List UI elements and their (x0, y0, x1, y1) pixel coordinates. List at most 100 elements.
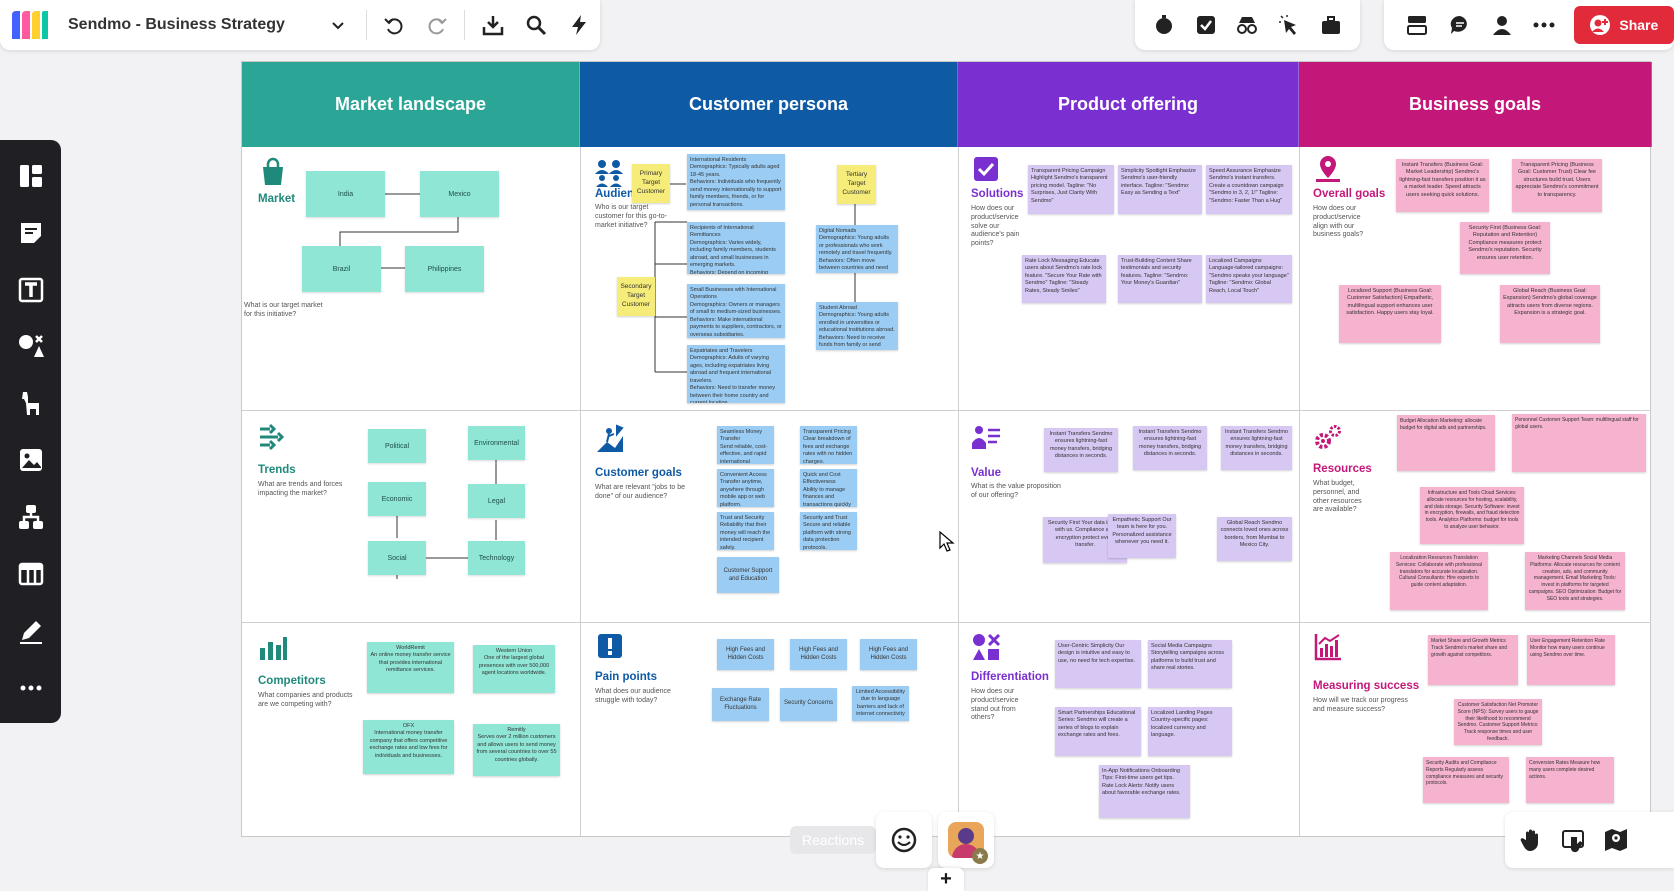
pointer-icon[interactable] (1268, 3, 1310, 47)
target-customer-note[interactable]: Secondary Target Customer (617, 277, 655, 316)
market-box[interactable]: Philippines (405, 246, 484, 292)
pain-point-note[interactable]: High Fees and Hidden Costs (790, 639, 847, 670)
search-icon[interactable] (514, 3, 557, 47)
pain-point-note[interactable]: Limited Accessibility due to language ba… (852, 686, 909, 721)
competitor-note[interactable]: Western Union One of the largest global … (473, 645, 555, 693)
measuring-note[interactable]: Conversion Rates Measure how many users … (1526, 757, 1614, 803)
spy-icon[interactable] (1227, 3, 1269, 47)
audience-note[interactable]: Recipients of International Remittances … (687, 222, 785, 274)
measuring-note[interactable]: Security Audits and Compliance Reports R… (1423, 757, 1509, 803)
differentiation-note[interactable]: In-App Notifications Onboarding Tips: Fi… (1099, 765, 1190, 818)
pain-point-note[interactable]: High Fees and Hidden Costs (717, 639, 774, 670)
mindmap-icon[interactable] (9, 495, 53, 538)
customer-goal-note[interactable]: Quick and Cost Effectiveness Ability to … (800, 469, 857, 507)
audience-note[interactable]: Student Abroad Demographics: Young adult… (816, 302, 898, 350)
pain-point-note[interactable]: High Fees and Hidden Costs (860, 639, 917, 670)
follow-cursor-icon[interactable] (1561, 827, 1587, 853)
competitor-note[interactable]: Remitly Serves over 2 million customers … (473, 724, 560, 776)
value-note[interactable]: Global Reach Sendmo connects loved ones … (1217, 517, 1292, 561)
target-customer-note[interactable]: Tertiary Target Customer (837, 165, 876, 204)
value-note[interactable]: Instant Transfers Sendmo ensures lightni… (1044, 428, 1118, 472)
hand-icon[interactable] (1519, 827, 1545, 853)
avatar-button[interactable]: ★ (938, 812, 994, 868)
undo-icon[interactable] (373, 3, 416, 47)
pain-point-note[interactable]: Security Concerns (780, 688, 837, 721)
briefcase-icon[interactable] (1310, 3, 1352, 47)
market-box[interactable]: Brazil (302, 246, 381, 292)
competitor-note[interactable]: OFX International money transfer company… (363, 720, 454, 774)
overall-goal-note[interactable]: Global Reach (Business Goal: Expansion) … (1500, 285, 1600, 343)
market-box[interactable]: Mexico (420, 171, 499, 217)
llama-icon[interactable] (9, 382, 53, 425)
solution-note[interactable]: Localized Campaigns Language-tailored ca… (1206, 255, 1292, 303)
resource-note[interactable]: Infrastructure and Tools Cloud Services:… (1420, 487, 1524, 544)
pen-icon[interactable] (9, 609, 53, 652)
value-note[interactable]: Instant Transfers Sendmo ensures lightni… (1133, 426, 1207, 470)
share-button[interactable]: Share (1573, 6, 1674, 44)
download-icon[interactable] (471, 3, 514, 47)
value-note[interactable]: Instant Transfers Sendmo ensures lightni… (1221, 426, 1292, 470)
solution-note[interactable]: Trust-Building Content Share testimonial… (1118, 255, 1202, 303)
redo-icon[interactable] (415, 3, 458, 47)
overall-goal-note[interactable]: Security First (Business Goal: Reputatio… (1460, 222, 1550, 274)
differentiation-note[interactable]: Smart Partnerships Educational Series: S… (1055, 707, 1141, 756)
cards-icon[interactable] (1396, 3, 1438, 47)
reactions-button[interactable]: Reactions (790, 826, 876, 854)
column-header-market[interactable]: Market landscape (242, 62, 580, 147)
resource-note[interactable]: Marketing Channels Social Media Platform… (1525, 552, 1625, 610)
more-icon[interactable] (1523, 3, 1565, 47)
checkbox-icon[interactable] (1185, 3, 1227, 47)
resource-note[interactable]: Localization Resources Translation Servi… (1390, 552, 1488, 610)
customer-goal-note[interactable]: Trust and Security Reliability that thei… (717, 512, 774, 550)
overall-goal-note[interactable]: Transparent Pricing (Business Goal: Cust… (1512, 159, 1602, 212)
column-header-goals[interactable]: Business goals (1299, 62, 1652, 147)
target-customer-note[interactable]: Primary Target Customer (632, 164, 670, 203)
add-button[interactable]: + (928, 868, 964, 891)
competitor-note[interactable]: WorldRemit An online money transfer serv… (367, 642, 454, 693)
miro-logo-icon[interactable] (10, 9, 50, 41)
chat-icon[interactable] (1438, 3, 1480, 47)
chevron-down-icon[interactable] (317, 3, 360, 47)
strategy-board[interactable]: Market landscape Customer persona Produc… (241, 61, 1652, 837)
customer-goal-note[interactable]: Seamless Money Transfer Send reliable, c… (717, 426, 774, 464)
user-icon[interactable] (1481, 3, 1523, 47)
shapes-icon[interactable] (9, 325, 53, 368)
measuring-note[interactable]: Market Share and Growth Metrics Track Se… (1428, 635, 1518, 685)
sticky-note-icon[interactable] (9, 211, 53, 254)
measuring-note[interactable]: User Engagement Retention Rate Monitor h… (1527, 635, 1615, 685)
text-icon[interactable] (9, 268, 53, 311)
emoji-button[interactable] (876, 812, 932, 868)
column-header-persona[interactable]: Customer persona (580, 62, 958, 147)
audience-note[interactable]: Small Businesses with International Oper… (687, 284, 785, 338)
customer-goal-note[interactable]: Transparent Pricing Clear breakdown of f… (800, 426, 857, 464)
trend-box[interactable]: Social (368, 541, 426, 575)
customer-goal-note[interactable]: Customer Support and Education (717, 557, 779, 593)
trend-box[interactable]: Economic (368, 482, 426, 516)
customer-goal-note[interactable]: Security and Trust Secure and reliable p… (800, 512, 857, 550)
timer-icon[interactable] (1143, 3, 1185, 47)
customer-goal-note[interactable]: Convenient Access Transfer anytime, anyw… (717, 469, 774, 507)
column-header-product[interactable]: Product offering (958, 62, 1299, 147)
trend-box[interactable]: Environmental (468, 426, 525, 460)
map-pin-icon[interactable] (1603, 827, 1629, 853)
pain-point-note[interactable]: Exchange Rate Fluctuations (712, 688, 769, 721)
trend-box[interactable]: Technology (468, 541, 525, 575)
table-icon[interactable] (9, 552, 53, 595)
differentiation-note[interactable]: Localized Landing Pages Country-specific… (1148, 707, 1232, 756)
trend-box[interactable]: Political (368, 429, 426, 463)
solution-note[interactable]: Speed Assurance Emphasize Sendmo's insta… (1206, 165, 1292, 214)
overall-goal-note[interactable]: Instant Transfers (Business Goal: Market… (1396, 159, 1489, 212)
differentiation-note[interactable]: Social Media Campaigns Storytelling camp… (1148, 640, 1232, 688)
more-tools-icon[interactable] (9, 666, 53, 709)
resource-note[interactable]: Personnel Customer Support Team: multili… (1512, 414, 1646, 472)
overall-goal-note[interactable]: Localized Support (Business Goal: Custom… (1339, 285, 1441, 343)
audience-note[interactable]: Digital Nomads Demographics: Young adult… (816, 225, 898, 273)
templates-icon[interactable] (9, 154, 53, 197)
measuring-note[interactable]: Customer Satisfaction Net Promoter Score… (1454, 699, 1542, 745)
trend-box[interactable]: Legal (468, 484, 525, 518)
solution-note[interactable]: Transparent Pricing Campaign Highlight S… (1028, 165, 1114, 214)
solution-note[interactable]: Simplicity Spotlight Emphasize Sendmo's … (1118, 165, 1202, 214)
image-icon[interactable] (9, 439, 53, 482)
value-note[interactable]: Empathetic Support Our team is here for … (1108, 514, 1176, 558)
differentiation-note[interactable]: User-Centric Simplicity Our design is in… (1055, 640, 1141, 688)
